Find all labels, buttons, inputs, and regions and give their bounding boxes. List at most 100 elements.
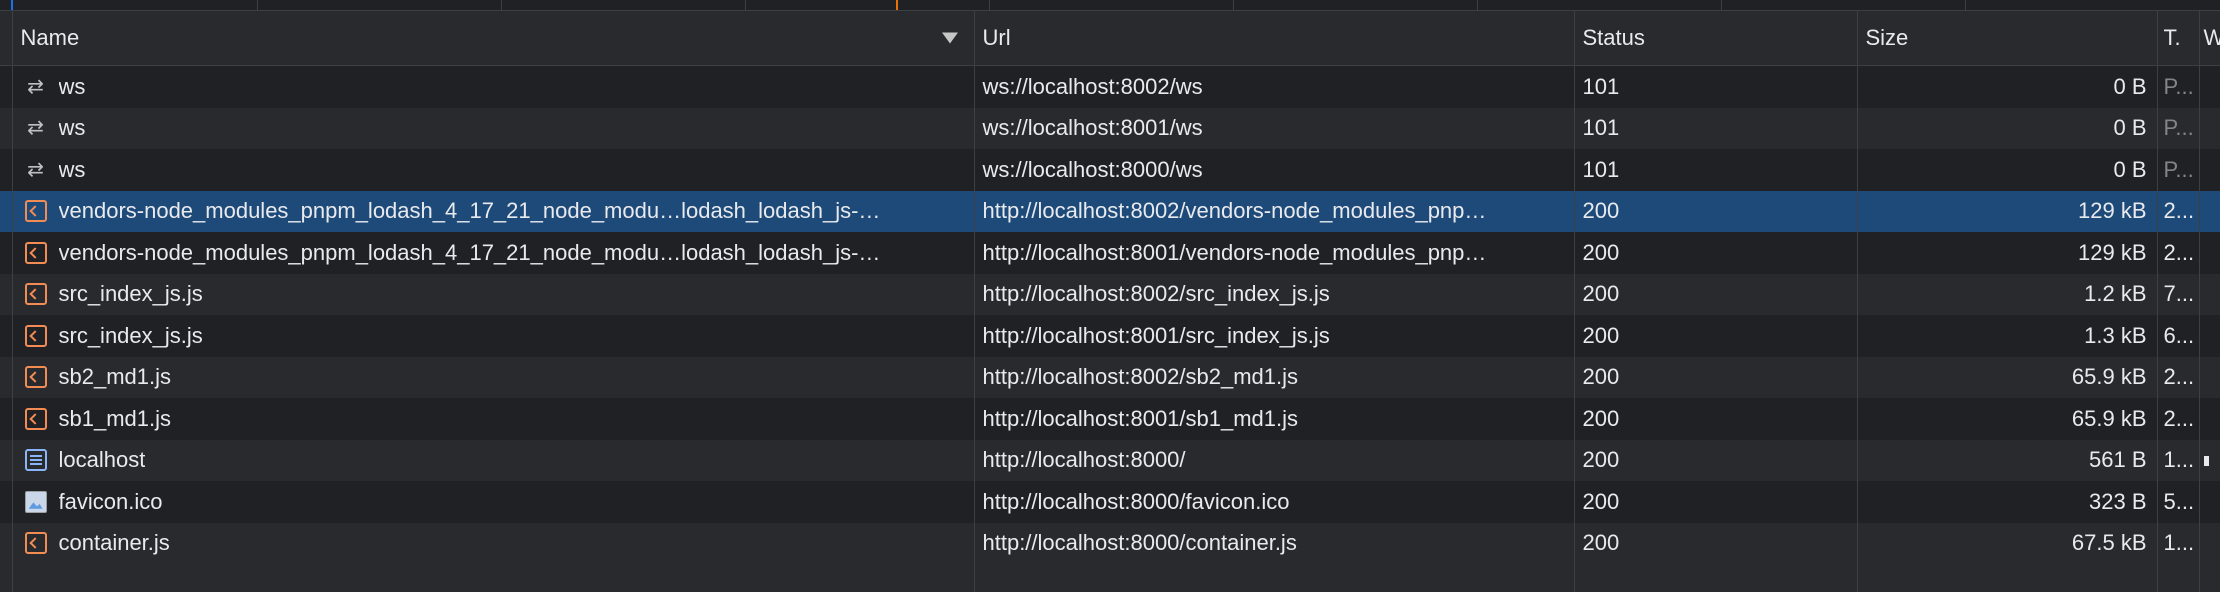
- cell-status: 200: [1574, 190, 1858, 232]
- cell-size: 129 kB: [1857, 190, 2158, 232]
- cell-name[interactable]: ⇄ ws: [12, 65, 975, 108]
- filler-cell: [974, 564, 1575, 592]
- cell-url: ws://localhost:8001/ws: [974, 107, 1575, 149]
- column-header-type-label: T.: [2163, 25, 2181, 50]
- header-gutter: [0, 11, 13, 66]
- sort-descending-icon: [941, 32, 958, 44]
- row-gutter: [0, 190, 13, 232]
- cell-name[interactable]: vendors-node_modules_pnpm_lodash_4_17_21…: [12, 190, 975, 232]
- cell-waterfall: [2199, 356, 2220, 398]
- cell-name[interactable]: vendors-node_modules_pnpm_lodash_4_17_21…: [12, 232, 975, 274]
- table-row[interactable]: localhost http://localhost:8000/200 561 B1…: [0, 439, 2220, 481]
- cell-status: 200: [1574, 439, 1858, 481]
- cell-name[interactable]: favicon.ico: [12, 481, 975, 523]
- row-gutter: [0, 315, 13, 357]
- cell-waterfall: [2199, 315, 2220, 357]
- script-icon: [24, 283, 47, 306]
- cell-url: ws://localhost:8000/ws: [974, 149, 1575, 191]
- row-gutter: [0, 481, 13, 523]
- script-icon: [24, 532, 47, 555]
- cell-name[interactable]: localhost: [12, 439, 975, 481]
- cell-name[interactable]: src_index_js.js: [12, 315, 975, 357]
- row-gutter: [0, 439, 13, 481]
- cell-type: 2...: [2157, 398, 2200, 440]
- cell-type: 1...: [2157, 522, 2200, 564]
- row-gutter: [0, 107, 13, 149]
- cell-url: http://localhost:8000/favicon.ico: [974, 481, 1575, 523]
- row-gutter: [0, 398, 13, 440]
- request-name: favicon.ico: [58, 488, 163, 514]
- cell-url: ws://localhost:8002/ws: [974, 65, 1575, 108]
- cell-name[interactable]: src_index_js.js: [12, 273, 975, 315]
- filler-cell: [2199, 564, 2220, 592]
- table-row[interactable]: sb2_md1.js http://localhost:8002/sb2_md1.…: [0, 356, 2220, 398]
- table-row[interactable]: ⇄ ws ws://localhost:8000/ws 101 0 B P...: [0, 149, 2220, 191]
- row-gutter: [0, 356, 13, 398]
- cell-type: 2...: [2157, 356, 2200, 398]
- cell-name[interactable]: sb1_md1.js: [12, 398, 975, 440]
- cell-status: 101: [1574, 149, 1858, 191]
- request-name: vendors-node_modules_pnpm_lodash_4_17_21…: [58, 239, 881, 265]
- column-header-url[interactable]: Url: [974, 11, 1575, 66]
- cell-waterfall: [2199, 522, 2220, 564]
- script-icon: [24, 366, 47, 389]
- cell-type: P...: [2157, 149, 2200, 191]
- column-header-size[interactable]: Size: [1857, 11, 2158, 66]
- cell-name[interactable]: ⇄ ws: [12, 107, 975, 149]
- filler-cell: [0, 564, 13, 592]
- column-header-type[interactable]: T.: [2157, 11, 2200, 66]
- cell-status: 101: [1574, 65, 1858, 108]
- table-row[interactable]: vendors-node_modules_pnpm_lodash_4_17_21…: [0, 190, 2220, 232]
- cell-status: 200: [1574, 522, 1858, 564]
- document-icon: [24, 449, 47, 472]
- table-row[interactable]: ⇄ ws ws://localhost:8001/ws 101 0 B P...: [0, 107, 2220, 149]
- cell-size: 0 B: [1857, 65, 2158, 108]
- cell-name[interactable]: sb2_md1.js: [12, 356, 975, 398]
- cell-type: 2...: [2157, 232, 2200, 274]
- cell-name[interactable]: ⇄ ws: [12, 149, 975, 191]
- table-row[interactable]: vendors-node_modules_pnpm_lodash_4_17_21…: [0, 232, 2220, 274]
- column-header-size-label: Size: [1865, 25, 1909, 50]
- cell-name[interactable]: container.js: [12, 522, 975, 564]
- request-name: src_index_js.js: [58, 322, 203, 348]
- filler-cell: [1574, 564, 1858, 592]
- table-header-row: Name Url Status Size T. W: [0, 11, 2220, 66]
- cell-type: 7...: [2157, 273, 2200, 315]
- cell-size: 0 B: [1857, 107, 2158, 149]
- request-name: ws: [58, 73, 86, 99]
- request-name: container.js: [58, 530, 170, 556]
- cell-size: 0 B: [1857, 149, 2158, 191]
- table-row[interactable]: favicon.ico http://localhost:8000/favicon…: [0, 481, 2220, 523]
- table-row[interactable]: container.js http://localhost:8000/contai…: [0, 522, 2220, 564]
- cell-type: 2...: [2157, 190, 2200, 232]
- websocket-icon: ⇄: [27, 75, 44, 98]
- column-header-url-label: Url: [982, 25, 1011, 50]
- timeline-overview[interactable]: [0, 0, 2220, 11]
- request-name: ws: [58, 156, 86, 182]
- column-header-waterfall[interactable]: W: [2199, 11, 2220, 66]
- table-row[interactable]: src_index_js.js http://localhost:8002/src…: [0, 273, 2220, 315]
- timeline-load-marker: [896, 0, 898, 10]
- timeline-tick: [1233, 0, 1234, 10]
- request-name: localhost: [58, 447, 146, 473]
- table-row[interactable]: sb1_md1.js http://localhost:8001/sb1_md1.…: [0, 398, 2220, 440]
- timeline-tick: [501, 0, 502, 10]
- row-gutter: [0, 232, 13, 274]
- cell-size: 323 B: [1857, 481, 2158, 523]
- image-icon: [24, 490, 47, 513]
- cell-size: 65.9 kB: [1857, 398, 2158, 440]
- column-header-status-label: Status: [1582, 25, 1645, 50]
- websocket-icon: ⇄: [27, 158, 44, 181]
- column-header-name[interactable]: Name: [12, 11, 975, 66]
- cell-status: 200: [1574, 481, 1858, 523]
- cell-size: 65.9 kB: [1857, 356, 2158, 398]
- script-icon: [24, 200, 47, 223]
- row-gutter: [0, 273, 13, 315]
- cell-waterfall: [2199, 107, 2220, 149]
- column-header-status[interactable]: Status: [1574, 11, 1858, 66]
- cell-url: http://localhost:8001/vendors-node_modul…: [974, 232, 1575, 274]
- table-row[interactable]: ⇄ ws ws://localhost:8002/ws 101 0 B P...: [0, 65, 2220, 108]
- table-row[interactable]: src_index_js.js http://localhost:8001/src…: [0, 315, 2220, 357]
- cell-size: 67.5 kB: [1857, 522, 2158, 564]
- script-icon: [24, 241, 47, 264]
